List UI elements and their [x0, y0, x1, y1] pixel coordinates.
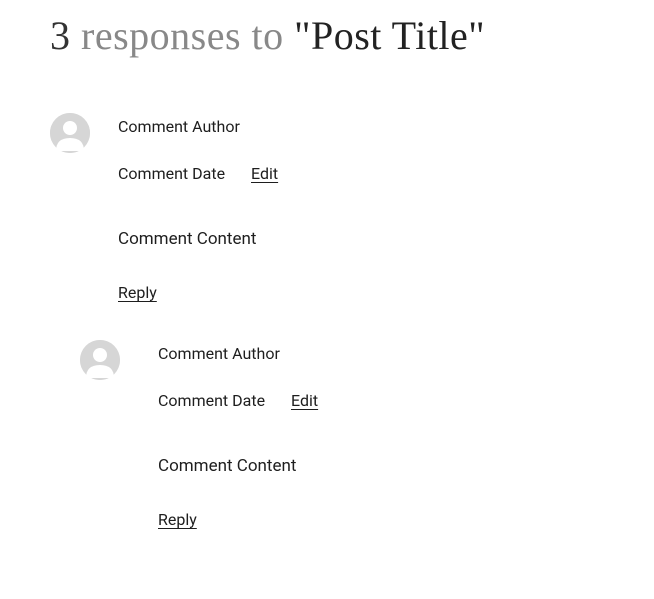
comment-item: Comment Author Comment Date Edit Comment…: [80, 344, 604, 571]
person-icon: [50, 113, 90, 153]
reply-link[interactable]: Reply: [118, 283, 157, 302]
responses-label: responses to: [81, 13, 284, 58]
quote-open: ": [294, 13, 311, 58]
person-icon: [80, 340, 120, 380]
comment-meta: Comment Date Edit: [158, 391, 604, 410]
reply-link[interactable]: Reply: [158, 510, 197, 529]
comment-list: Comment Author Comment Date Edit Comment…: [50, 117, 604, 571]
comment-item: Comment Author Comment Date Edit Comment…: [50, 117, 604, 344]
comment-date: Comment Date: [118, 164, 225, 183]
comment-author: Comment Author: [118, 117, 604, 136]
edit-link[interactable]: Edit: [291, 391, 318, 410]
edit-link[interactable]: Edit: [251, 164, 278, 183]
comment-content: Comment Content: [158, 456, 604, 476]
post-title: Post Title: [311, 13, 468, 58]
avatar: [80, 340, 120, 380]
avatar: [50, 113, 90, 153]
comment-author: Comment Author: [158, 344, 604, 363]
comments-heading: 3 responses to "Post Title": [50, 12, 604, 59]
quote-close: ": [468, 13, 485, 58]
comment-date: Comment Date: [158, 391, 265, 410]
comments-count: 3: [50, 13, 71, 58]
comment-meta: Comment Date Edit: [118, 164, 604, 183]
comment-content: Comment Content: [118, 229, 604, 249]
